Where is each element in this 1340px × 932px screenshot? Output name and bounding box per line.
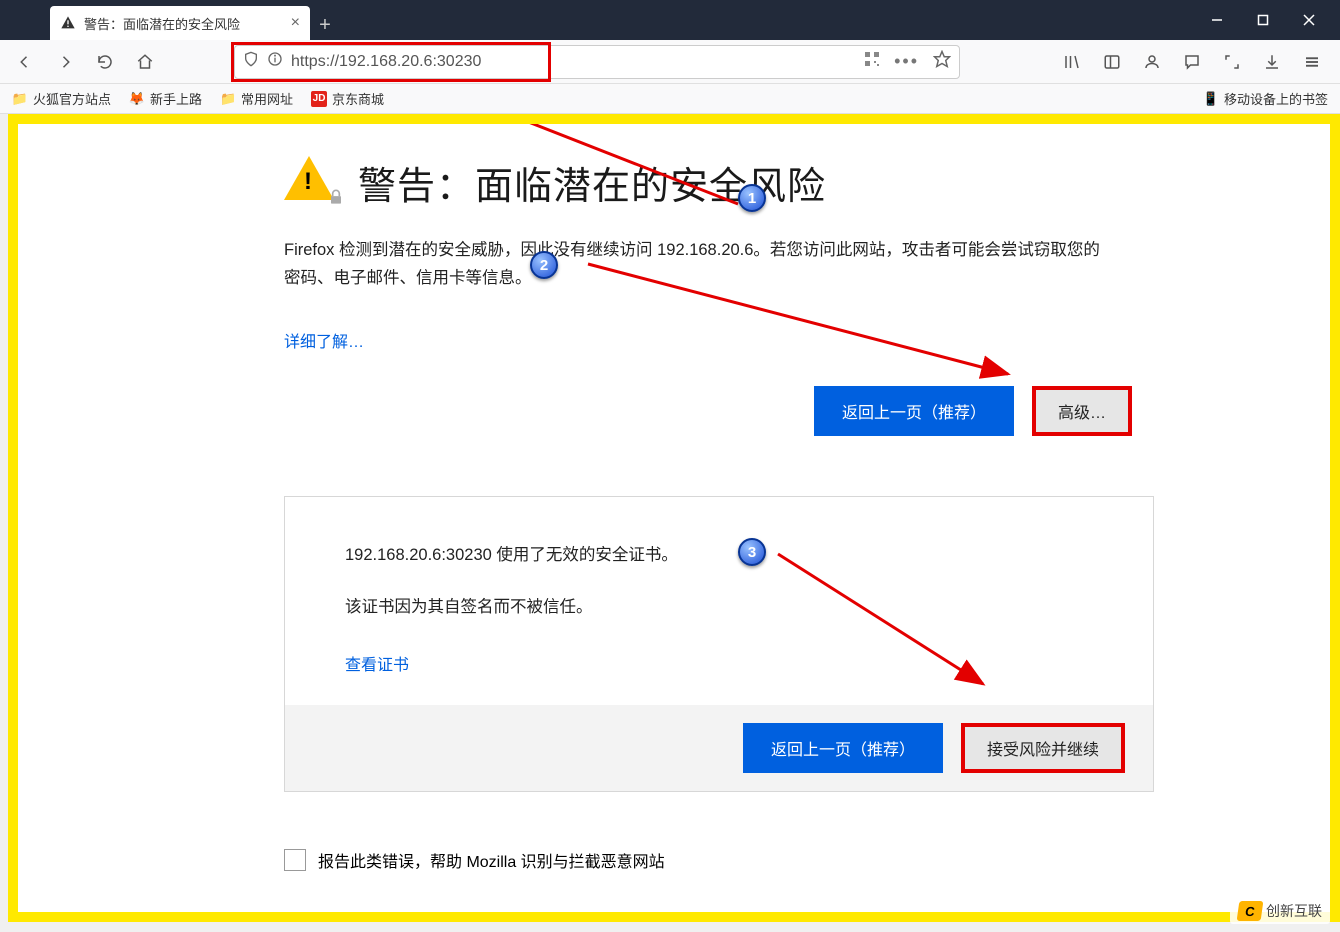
back-recommended-button[interactable]: 返回上一页（推荐） (814, 386, 1014, 436)
folder-icon: 📁 (12, 91, 28, 107)
screenshot-icon[interactable] (1218, 48, 1246, 76)
watermark-text: 创新互联 (1266, 901, 1322, 921)
lock-icon (326, 187, 346, 212)
bookmark-item[interactable]: 📁 火狐官方站点 (12, 89, 111, 108)
download-icon[interactable] (1258, 48, 1286, 76)
nav-toolbar: ••• (0, 40, 1340, 84)
page-title: 警告：面临潜在的安全风险 (358, 155, 826, 210)
chat-icon[interactable] (1178, 48, 1206, 76)
tab-title: 警告：面临潜在的安全风险 (84, 14, 240, 33)
sidebar-icon[interactable] (1098, 48, 1126, 76)
bookmark-mobile[interactable]: 📱 移动设备上的书签 (1203, 89, 1328, 108)
account-icon[interactable] (1138, 48, 1166, 76)
watermark: C 创新互联 (1230, 898, 1330, 924)
toolbar-right (1052, 48, 1332, 76)
qr-icon[interactable] (864, 51, 880, 72)
new-tab-button[interactable]: + (310, 10, 340, 40)
bookmark-item[interactable]: 🦊 新手上路 (129, 89, 202, 108)
url-input[interactable] (291, 53, 856, 71)
cert-back-button[interactable]: 返回上一页（推荐） (743, 723, 943, 773)
cert-selfsigned-text: 该证书因为其自签名而不被信任。 (345, 593, 1093, 617)
bookmarks-bar: 📁 火狐官方站点 🦊 新手上路 📁 常用网址 JD 京东商城 📱 移动设备上的书签 (0, 84, 1340, 114)
view-certificate-link[interactable]: 查看证书 (345, 651, 409, 675)
annotation-highlight-accept: 接受风险并继续 (961, 723, 1125, 773)
cert-invalid-text: 192.168.20.6:30230 使用了无效的安全证书。 (345, 541, 1093, 565)
jd-icon: JD (311, 91, 327, 107)
bookmark-label: 移动设备上的书签 (1224, 89, 1328, 108)
bookmark-item[interactable]: 📁 常用网址 (220, 89, 293, 108)
certificate-details-box: 192.168.20.6:30230 使用了无效的安全证书。 该证书因为其自签名… (284, 496, 1154, 792)
tab-row: 警告：面临潜在的安全风险 × + (0, 0, 340, 40)
warning-icon (60, 15, 76, 31)
close-tab-icon[interactable]: × (291, 14, 300, 32)
bookmark-label: 火狐官方站点 (33, 89, 111, 108)
forward-button[interactable] (48, 45, 82, 79)
bookmark-label: 新手上路 (150, 89, 202, 108)
library-icon[interactable] (1058, 48, 1086, 76)
bookmark-star-icon[interactable] (933, 50, 951, 73)
bookmark-label: 常用网址 (241, 89, 293, 108)
close-window-button[interactable] (1286, 4, 1332, 36)
back-button[interactable] (8, 45, 42, 79)
url-bar[interactable]: ••• (234, 45, 960, 79)
reload-button[interactable] (88, 45, 122, 79)
watermark-icon: C (1237, 901, 1264, 921)
accept-risk-button[interactable]: 接受风险并继续 (965, 727, 1121, 769)
learn-more-link[interactable]: 详细了解… (284, 328, 364, 352)
phone-icon: 📱 (1203, 91, 1219, 107)
folder-icon: 📁 (220, 91, 236, 107)
page-description: Firefox 检测到潜在的安全威胁，因此没有继续访问 192.168.20.6… (284, 236, 1154, 292)
annotation-highlight-advanced: 高级… (1032, 386, 1132, 436)
info-icon[interactable] (267, 51, 283, 72)
firefox-icon: 🦊 (129, 91, 145, 107)
tab-active[interactable]: 警告：面临潜在的安全风险 × (50, 6, 310, 40)
page-actions-icon[interactable]: ••• (894, 51, 919, 72)
page-content: ! 警告：面临潜在的安全风险 Firefox 检测到潜在的安全威胁，因此没有继续… (18, 124, 1330, 912)
report-errors-label: 报告此类错误，帮助 Mozilla 识别与拦截恶意网站 (318, 848, 665, 872)
warning-large-icon: ! (284, 154, 340, 210)
bookmark-label: 京东商城 (332, 89, 384, 108)
report-errors-checkbox[interactable] (284, 849, 306, 871)
maximize-button[interactable] (1240, 4, 1286, 36)
home-button[interactable] (128, 45, 162, 79)
content-wrap: ! 警告：面临潜在的安全风险 Firefox 检测到潜在的安全威胁，因此没有继续… (8, 114, 1340, 922)
menu-icon[interactable] (1298, 48, 1326, 76)
minimize-button[interactable] (1194, 4, 1240, 36)
advanced-button[interactable]: 高级… (1036, 390, 1128, 432)
shield-icon[interactable] (243, 51, 259, 72)
bookmark-item[interactable]: JD 京东商城 (311, 89, 384, 108)
